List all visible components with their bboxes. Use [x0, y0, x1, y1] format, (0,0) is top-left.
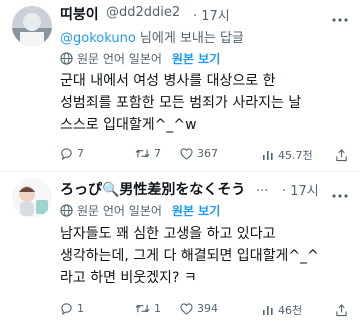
retweet-icon	[135, 149, 150, 158]
globe-icon	[60, 204, 73, 217]
like-button[interactable]: 394	[180, 302, 218, 315]
tweet-text-line: 라고 하면 비웃겠지? ㅋ	[60, 270, 197, 286]
handle[interactable]: ...	[256, 180, 268, 195]
avatar[interactable]	[12, 6, 52, 46]
share-icon[interactable]	[335, 147, 348, 166]
like-count: 367	[197, 147, 218, 160]
translation-label: 원문 언어 일본어	[77, 204, 162, 218]
heart-icon	[180, 302, 193, 315]
reply-button[interactable]: 1	[60, 302, 84, 315]
more-icon[interactable]	[332, 184, 348, 203]
like-count: 394	[197, 302, 218, 315]
translation-info: 원문 언어 일본어 원본 보기	[60, 50, 220, 67]
display-name[interactable]: 띠붕이	[60, 4, 99, 24]
reply-button[interactable]: 7	[60, 147, 84, 160]
views-count: 46천	[278, 304, 303, 317]
views-button[interactable]: 45.7천	[262, 147, 313, 163]
display-name[interactable]: ろっぴ🔍男性差別をなくそう	[60, 179, 245, 199]
views-count: 45.7천	[278, 149, 313, 162]
like-button[interactable]: 367	[180, 147, 218, 160]
show-original-link[interactable]: 원본 보기	[172, 202, 220, 219]
retweet-count: 7	[154, 147, 161, 160]
retweet-button[interactable]: 1	[135, 302, 161, 315]
views-icon	[263, 151, 273, 160]
views-icon	[263, 306, 273, 315]
reply-icon	[61, 148, 72, 160]
retweet-count: 1	[154, 302, 161, 315]
translation-label: 원문 언어 일본어	[77, 52, 162, 66]
tweet-1[interactable]: 띠붕이 @dd2ddie2 · 17시 @gokokuno 님에게 보내는 답글…	[0, 0, 360, 175]
handle[interactable]: @dd2ddie2	[106, 5, 180, 20]
avatar[interactable]	[12, 178, 52, 218]
tweet-text-line: 군대 내에서 여성 병사를 대상으로 한	[60, 73, 276, 89]
show-original-link[interactable]: 원본 보기	[172, 50, 220, 67]
translation-info: 원문 언어 일본어 원본 보기	[60, 202, 220, 219]
reply-suffix: 님에게 보내는 답글	[135, 31, 244, 46]
share-icon[interactable]	[335, 302, 348, 321]
tweet-text: 군대 내에서 여성 병사를 대상으로 한 성범죄를 포함한 모든 범죄가 사라지…	[60, 70, 360, 136]
reply-context: @gokokuno 님에게 보내는 답글	[60, 27, 244, 46]
heart-icon	[180, 147, 193, 160]
retweet-button[interactable]: 7	[135, 147, 161, 160]
tweet-text-line: 생각하는데, 그게 다 해결되면 입대할게^_^	[60, 248, 319, 264]
tweet-text-line: 남자들도 꽤 심한 고생을 하고 있다고	[60, 226, 276, 242]
reply-count: 1	[77, 302, 84, 315]
tweet-text-line: 스스로 입대할게^_^w	[60, 117, 197, 133]
retweet-icon	[135, 304, 150, 313]
reply-mention[interactable]: @gokokuno	[60, 31, 136, 46]
timestamp[interactable]: · 17시	[282, 180, 319, 199]
tweet-text: 남자들도 꽤 심한 고생을 하고 있다고 생각하는데, 그게 다 해결되면 입대…	[60, 223, 360, 289]
timestamp[interactable]: · 17시	[193, 5, 230, 24]
tweet-text-line: 성범죄를 포함한 모든 범죄가 사라지는 날	[60, 95, 302, 111]
globe-icon	[60, 52, 73, 65]
more-icon[interactable]	[332, 8, 348, 27]
reply-count: 7	[77, 147, 84, 160]
views-button[interactable]: 46천	[262, 302, 302, 318]
tweet-2[interactable]: ろっぴ🔍男性差別をなくそう ... · 17시 원문 언어 일본어 원본 보기 …	[0, 172, 360, 325]
reply-icon	[61, 303, 72, 315]
